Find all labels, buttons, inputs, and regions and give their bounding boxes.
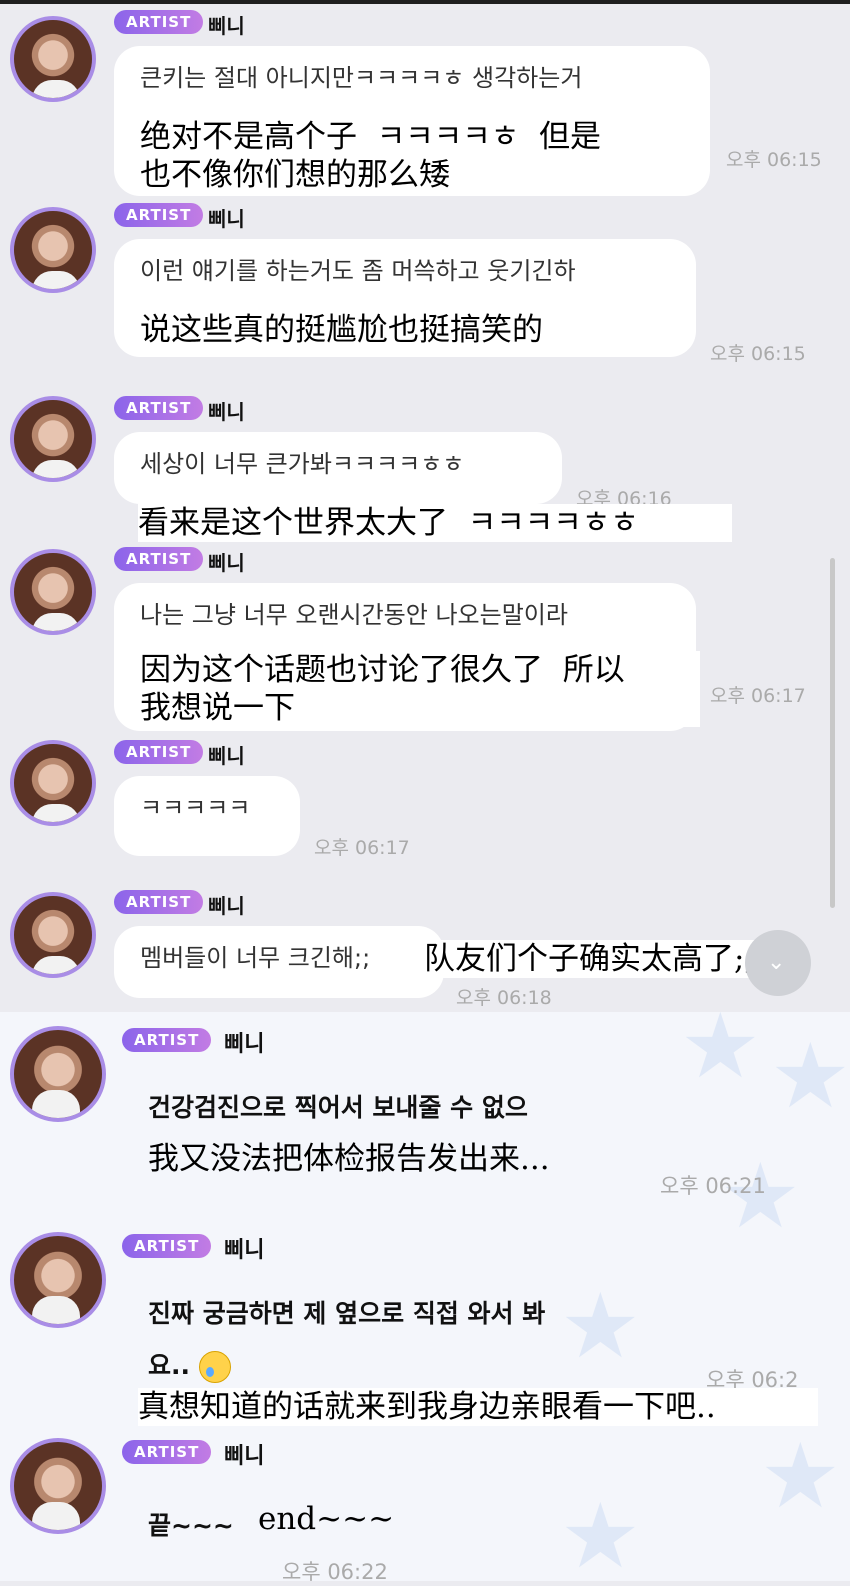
- scroll-down-button[interactable]: ⌄: [745, 930, 811, 996]
- timestamp: 오후 06:17: [710, 685, 806, 707]
- timestamp: 오후 06:22: [282, 1560, 388, 1584]
- chevron-down-icon: ⌄: [767, 950, 786, 975]
- message-text: 큰키는 절대 아니지만ㅋㅋㅋㅋㅎ 생각하는거: [140, 64, 583, 92]
- artist-badge: ARTIST: [114, 890, 204, 914]
- avatar[interactable]: [10, 892, 96, 978]
- translation-text: 我又没法把体检报告发出来...: [148, 1141, 550, 1177]
- message-bubble[interactable]: 세상이 너무 큰가봐ㅋㅋㅋㅋㅎㅎ: [114, 432, 562, 504]
- message-text-line2: 요..: [148, 1346, 231, 1383]
- avatar[interactable]: [10, 396, 96, 482]
- message-bubble[interactable]: 멤버들이 너무 크긴해;;: [114, 926, 444, 998]
- message-bubble[interactable]: ㅋㅋㅋㅋㅋ: [114, 776, 300, 856]
- avatar[interactable]: [10, 1232, 106, 1328]
- artist-badge: ARTIST: [122, 1440, 212, 1464]
- message-text: 세상이 너무 큰가봐ㅋㅋㅋㅋㅎㅎ: [140, 450, 465, 478]
- message-text: 진짜 궁금하면 제 옆으로 직접 와서 봐: [148, 1299, 546, 1328]
- translation-text: 看来是这个世界太大了 ㅋㅋㅋㅋㅎㅎ: [138, 504, 732, 542]
- scrollbar[interactable]: [830, 558, 835, 908]
- message-text: 끝~~~: [148, 1511, 234, 1540]
- message-text: 나는 그냥 너무 오랜시간동안 나오는말이라: [140, 601, 568, 629]
- timestamp: 오후 06:17: [314, 837, 410, 859]
- author-name: 삐니: [208, 14, 245, 38]
- avatar[interactable]: [10, 207, 96, 293]
- avatar[interactable]: [10, 1438, 106, 1534]
- message-text-cont: 요..: [148, 1351, 190, 1380]
- timestamp: 오후 06:21: [660, 1174, 766, 1198]
- author-name: 삐니: [208, 400, 245, 424]
- author-name: 삐니: [208, 894, 245, 918]
- translation-text: 说这些真的挺尴尬也挺搞笑的: [140, 311, 543, 349]
- artist-badge: ARTIST: [114, 10, 204, 34]
- author-name: 삐니: [224, 1238, 265, 1263]
- avatar[interactable]: [10, 740, 96, 826]
- artist-badge: ARTIST: [114, 547, 204, 571]
- avatar[interactable]: [10, 1026, 106, 1122]
- translation-text: 因为这个话题也讨论了很久了 所以 我想说一下: [140, 651, 700, 727]
- artist-badge: ARTIST: [114, 203, 204, 227]
- timestamp: 오후 06:18: [456, 987, 552, 1009]
- translation-text: 真想知道的话就来到我身边亲眼看一下吧..: [138, 1388, 818, 1426]
- message-text: 이런 얘기를 하는거도 좀 머쓱하고 웃기긴하: [140, 257, 576, 285]
- artist-badge: ARTIST: [114, 396, 204, 420]
- avatar[interactable]: [10, 549, 96, 635]
- timestamp: 오후 06:15: [726, 149, 822, 171]
- author-name: 삐니: [224, 1444, 265, 1469]
- artist-badge: ARTIST: [122, 1234, 212, 1258]
- author-name: 삐니: [224, 1032, 265, 1057]
- message-text: 멤버들이 너무 크긴해;;: [140, 944, 371, 972]
- timestamp: 오후 06:15: [710, 343, 806, 365]
- artist-badge: ARTIST: [122, 1028, 212, 1052]
- message-text: ㅋㅋㅋㅋㅋ: [140, 794, 251, 822]
- top-edge: [0, 0, 850, 4]
- translation-text: end~~~: [258, 1501, 395, 1537]
- author-name: 삐니: [208, 207, 245, 231]
- avatar[interactable]: [10, 16, 96, 102]
- translation-text: 队友们个子确实太高了;;: [424, 940, 755, 978]
- author-name: 삐니: [208, 744, 245, 768]
- artist-badge: ARTIST: [114, 740, 204, 764]
- translation-text: 绝对不是高个子 ㅋㅋㅋㅋㅎ 但是 也不像你们想的那么矮: [140, 118, 680, 194]
- message-text: 건강검진으로 찍어서 보내줄 수 없으: [148, 1093, 528, 1122]
- crying-face-icon: [198, 1351, 231, 1383]
- author-name: 삐니: [208, 551, 245, 575]
